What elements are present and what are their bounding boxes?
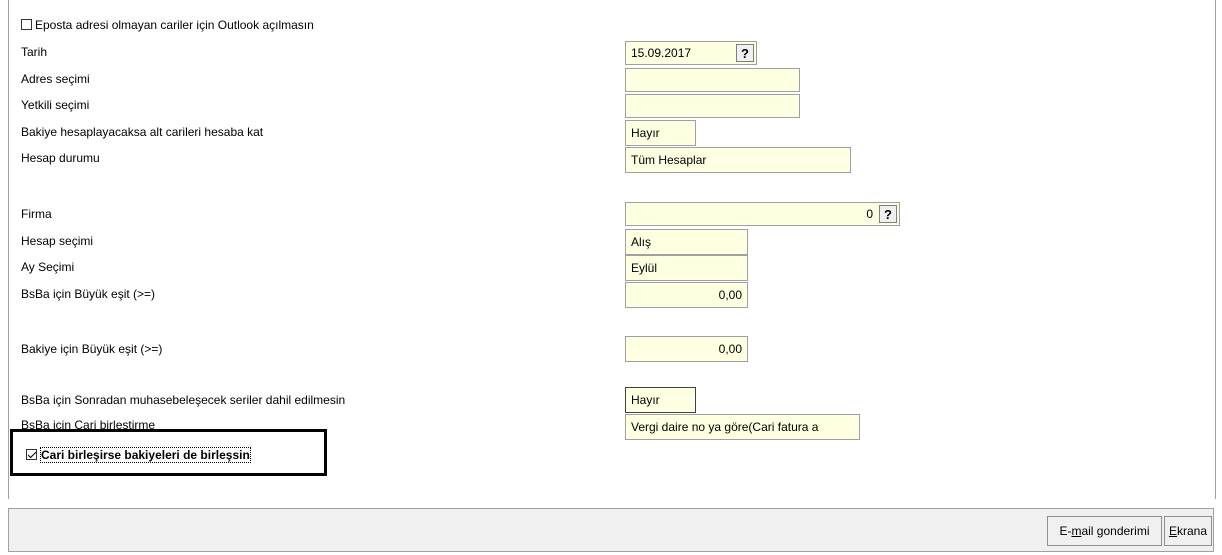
firma-field[interactable]: 0 ?	[625, 202, 900, 226]
ekrana-button[interactable]: Ekrana	[1164, 516, 1212, 546]
ekrana-button-rest: krana	[1177, 524, 1208, 538]
firma-label: Firma	[21, 207, 52, 221]
email-send-button[interactable]: E-m ail gonderimi	[1047, 516, 1162, 546]
bsba-buyuk-field[interactable]: 0,00	[625, 282, 748, 308]
adres-label: Adres seçimi	[21, 72, 90, 86]
ay-secimi-label: Ay Seçimi	[21, 260, 75, 274]
adres-field[interactable]	[625, 68, 800, 92]
email-button-rest: ail gonderimi	[1081, 524, 1150, 538]
alt-cari-label: Bakiye hesaplayacaksa alt carileri hesab…	[21, 125, 264, 139]
hesap-durumu-field[interactable]: Tüm Hesaplar	[625, 147, 851, 173]
email-button-prefix: E-	[1059, 524, 1072, 538]
alt-cari-field[interactable]: Hayır	[625, 120, 696, 146]
hesap-secimi-field[interactable]: Alış	[625, 229, 748, 255]
bsba-cari-field[interactable]: Vergi daire no ya göre(Cari fatura a	[625, 414, 860, 440]
hesap-secimi-label: Hesap seçimi	[21, 234, 94, 248]
yetkili-field[interactable]	[625, 94, 800, 118]
outlook-checkbox-row[interactable]: Eposta adresi olmayan cariler için Outlo…	[21, 18, 314, 32]
tarih-field[interactable]: 15.09.2017 ?	[625, 41, 757, 65]
bsba-sonradan-label: BsBa için Sonradan muhasebeleşecek seril…	[21, 393, 346, 407]
yetkili-label: Yetkili seçimi	[21, 98, 90, 112]
footer-bar: E-m ail gonderimi Ekrana	[8, 508, 1214, 552]
bakiye-buyuk-label: Bakiye için Büyük eşit (>=)	[21, 342, 163, 356]
outlook-checkbox[interactable]	[21, 19, 32, 30]
highlight-frame	[10, 429, 327, 476]
firma-help-button[interactable]: ?	[879, 205, 897, 223]
hesap-durumu-label: Hesap durumu	[21, 151, 100, 165]
bakiye-buyuk-field[interactable]: 0,00	[625, 336, 748, 362]
bsba-sonradan-field[interactable]: Hayır	[625, 387, 696, 413]
tarih-value: 15.09.2017	[631, 46, 692, 60]
email-button-accel: m	[1071, 524, 1082, 538]
tarih-help-button[interactable]: ?	[736, 44, 754, 62]
ay-secimi-field[interactable]: Eylül	[625, 255, 748, 281]
ekrana-button-accel: E	[1168, 524, 1177, 538]
tarih-label: Tarih	[21, 45, 48, 59]
bsba-buyuk-label: BsBa için Büyük eşit (>=)	[21, 287, 156, 301]
outlook-checkbox-label: Eposta adresi olmayan cariler için Outlo…	[35, 18, 314, 32]
firma-value: 0	[866, 207, 873, 221]
form-panel: Eposta adresi olmayan cariler için Outlo…	[8, 0, 1216, 499]
